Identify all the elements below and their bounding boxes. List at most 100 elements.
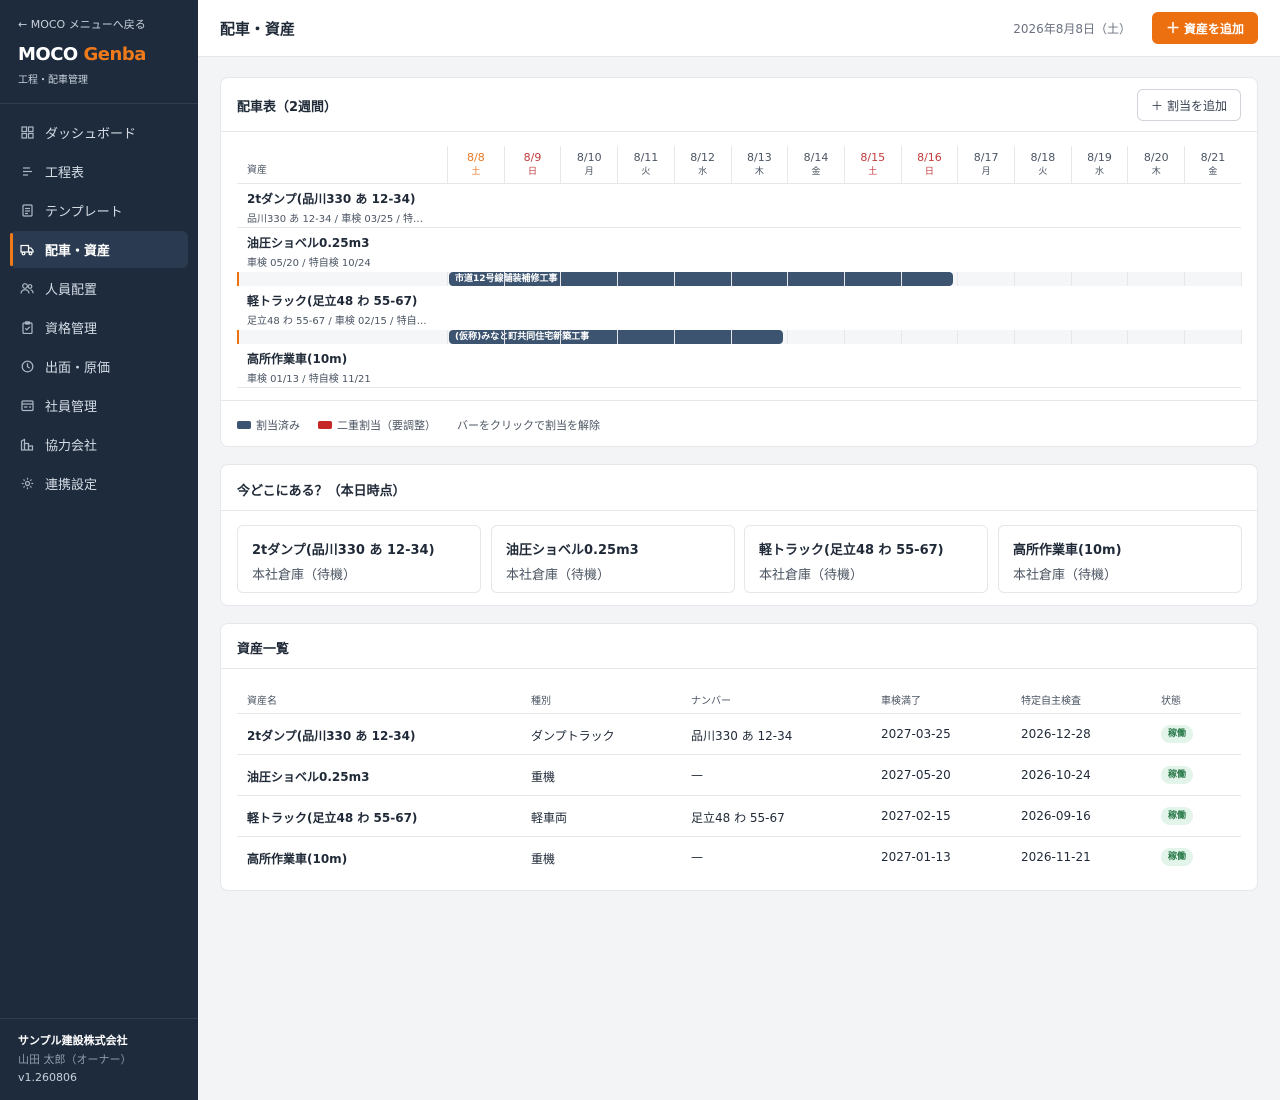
day-date: 8/10 <box>576 151 602 164</box>
self-inspection-date: 2026-10-24 <box>1021 768 1091 782</box>
grid-line <box>843 272 845 286</box>
inspection-date: 2027-01-13 <box>881 850 951 864</box>
day-weekday: 金 <box>1208 167 1218 177</box>
legend-swatch <box>237 421 251 429</box>
assignment-bar[interactable]: 市道12号線舗装補修工事 <box>449 272 954 286</box>
card-header: 配車表（2週間） ＋ 割当を追加 <box>221 78 1257 132</box>
asset-table: 資産名 種別 ナンバー 車検満了 特定自主検査 状態 2tダンプ(品川330 あ… <box>237 680 1241 878</box>
day-date: 8/16 <box>917 151 942 164</box>
column-header-name: 資産名 <box>247 696 277 707</box>
grid-line <box>1184 272 1186 286</box>
day-date: 8/17 <box>973 151 999 164</box>
table-row[interactable]: 油圧ショベル0.25m3 重機 — 2027-05-20 2026-10-24 … <box>237 755 1241 796</box>
schedule-row[interactable]: 2tダンプ(品川330 あ 12-34) 品川330 あ 12-34 / 車検 … <box>237 184 1241 228</box>
id-card-icon <box>20 399 34 413</box>
sidebar: ← MOCO メニューへ戻る MOCO Genba 工程・配車管理 ダッシュボー… <box>0 0 198 1100</box>
asset-number: 品川330 あ 12-34 <box>691 729 793 743</box>
grid-line <box>957 272 959 286</box>
day-header-8-10: 8/10 月 <box>560 146 617 184</box>
sidebar-item-staffing[interactable]: 人員配置 <box>10 270 188 307</box>
grid-line <box>787 330 789 344</box>
asset-column-header: 資産 <box>247 165 267 176</box>
schedule-legend: 割当済み 二重割当（要調整） バーをクリックで割当を解除 <box>221 400 1257 446</box>
day-date: 8/8 <box>466 151 485 164</box>
day-weekday: 木 <box>754 167 764 177</box>
asset-name: 油圧ショベル0.25m3 <box>247 770 370 784</box>
sidebar-header: ← MOCO メニューへ戻る MOCO Genba 工程・配車管理 <box>0 0 198 104</box>
card-header: 資産一覧 <box>221 624 1257 669</box>
day-header-8-12: 8/12 水 <box>673 146 731 184</box>
day-date: 8/14 <box>803 151 829 164</box>
day-header-8-17: 8/17 月 <box>957 146 1014 184</box>
location-item: 2tダンプ(品川330 あ 12-34) 本社倉庫（待機） <box>237 525 481 593</box>
clock-icon <box>20 360 34 374</box>
asset-name: 軽トラック(足立48 わ 55-67) <box>247 811 418 825</box>
location-item: 高所作業車(10m) 本社倉庫（待機） <box>998 525 1242 593</box>
day-weekday: 水 <box>698 167 708 177</box>
sidebar-item-schedule[interactable]: 工程表 <box>10 153 188 190</box>
asset-type: ダンプトラック <box>531 729 615 743</box>
list-icon <box>20 165 34 179</box>
day-weekday: 金 <box>811 167 821 177</box>
app-version: v1.260806 <box>18 1071 77 1084</box>
sidebar-item-label: 協力会社 <box>45 439 98 454</box>
table-row[interactable]: 2tダンプ(品川330 あ 12-34) ダンプトラック 品川330 あ 12-… <box>237 714 1241 755</box>
sidebar-item-qualifications[interactable]: 資格管理 <box>10 309 188 346</box>
asset-name: 軽トラック(足立48 わ 55-67) <box>759 543 944 558</box>
sidebar-item-label: 配車・資産 <box>45 244 111 259</box>
company-name: サンプル建設株式会社 <box>18 1034 128 1047</box>
sidebar-item-label: 出面・原価 <box>45 361 111 376</box>
add-assignment-button[interactable]: ＋ 割当を追加 <box>1136 89 1241 121</box>
table-row[interactable]: 高所作業車(10m) 重機 — 2027-01-13 2026-11-21 稼働 <box>237 837 1241 878</box>
add-asset-button[interactable]: ＋ 資産を追加 <box>1151 12 1258 44</box>
legend-hint: バーをクリックで割当を解除 <box>457 419 600 432</box>
self-inspection-date: 2026-12-28 <box>1021 727 1091 741</box>
grid-line <box>1240 272 1242 286</box>
asset-type: 軽車両 <box>531 811 568 825</box>
grid-line <box>503 330 505 344</box>
table-row[interactable]: 軽トラック(足立48 わ 55-67) 軽車両 足立48 わ 55-67 202… <box>237 796 1241 837</box>
current-user: 山田 太郎（オーナー） <box>18 1053 132 1066</box>
sidebar-item-dashboard[interactable]: ダッシュボード <box>10 114 188 151</box>
assignment-strip: (仮称)みなと町共同住宅新築工事 <box>237 330 1242 344</box>
sidebar-item-dispatch[interactable]: 配車・資産 <box>10 231 188 268</box>
grid-line <box>1240 330 1242 344</box>
grid-line <box>787 272 789 286</box>
schedule-row[interactable]: 高所作業車(10m) 車検 01/13 / 特自検 11/21 <box>237 344 1241 388</box>
sidebar-item-attendance-cost[interactable]: 出面・原価 <box>10 348 188 385</box>
day-header-8-13: 8/13 木 <box>730 146 788 184</box>
day-header-8-18: 8/18 火 <box>1014 146 1071 184</box>
day-date: 8/15 <box>860 151 886 164</box>
sidebar-item-integrations[interactable]: 連携設定 <box>10 465 188 502</box>
asset-name: 油圧ショベル0.25m3 <box>247 236 370 250</box>
schedule-row[interactable]: 軽トラック(足立48 わ 55-67) 足立48 わ 55-67 / 車検 02… <box>237 286 1241 330</box>
sidebar-item-label: 工程表 <box>45 166 85 181</box>
brand-main: MOCO <box>18 44 78 65</box>
assignment-bar[interactable]: (仮称)みなと町共同住宅新築工事 <box>449 330 784 344</box>
status-badge: 稼働 <box>1161 807 1194 825</box>
grid-line <box>673 330 675 344</box>
status-badge: 稼働 <box>1161 848 1194 866</box>
day-weekday: 水 <box>1095 167 1105 177</box>
day-header-8-8: 8/8 土 <box>447 146 504 184</box>
schedule-title: 配車表（2週間） <box>237 100 338 115</box>
sidebar-item-label: 社員管理 <box>45 400 98 415</box>
legend-swatch <box>318 421 332 429</box>
asset-location: 本社倉庫（待機） <box>252 568 357 583</box>
schedule-row[interactable]: 油圧ショベル0.25m3 車検 05/20 / 特自検 10/24 <box>237 228 1241 272</box>
truck-icon <box>20 243 34 257</box>
asset-name: 軽トラック(足立48 わ 55-67) <box>247 294 418 308</box>
grid-line <box>900 272 902 286</box>
sidebar-item-template[interactable]: テンプレート <box>10 192 188 229</box>
back-to-menu-link[interactable]: ← MOCO メニューへ戻る <box>18 17 180 33</box>
day-date: 8/18 <box>1030 151 1056 164</box>
day-date: 8/9 <box>523 151 542 164</box>
sidebar-item-partners[interactable]: 協力会社 <box>10 426 188 463</box>
day-header-8-19: 8/19 水 <box>1070 146 1128 184</box>
day-weekday: 火 <box>1038 167 1048 177</box>
sidebar-item-employees[interactable]: 社員管理 <box>10 387 188 424</box>
day-weekday: 土 <box>471 167 481 177</box>
column-header-type: 種別 <box>531 696 551 707</box>
day-weekday: 土 <box>868 167 878 177</box>
day-weekday: 日 <box>528 167 538 177</box>
